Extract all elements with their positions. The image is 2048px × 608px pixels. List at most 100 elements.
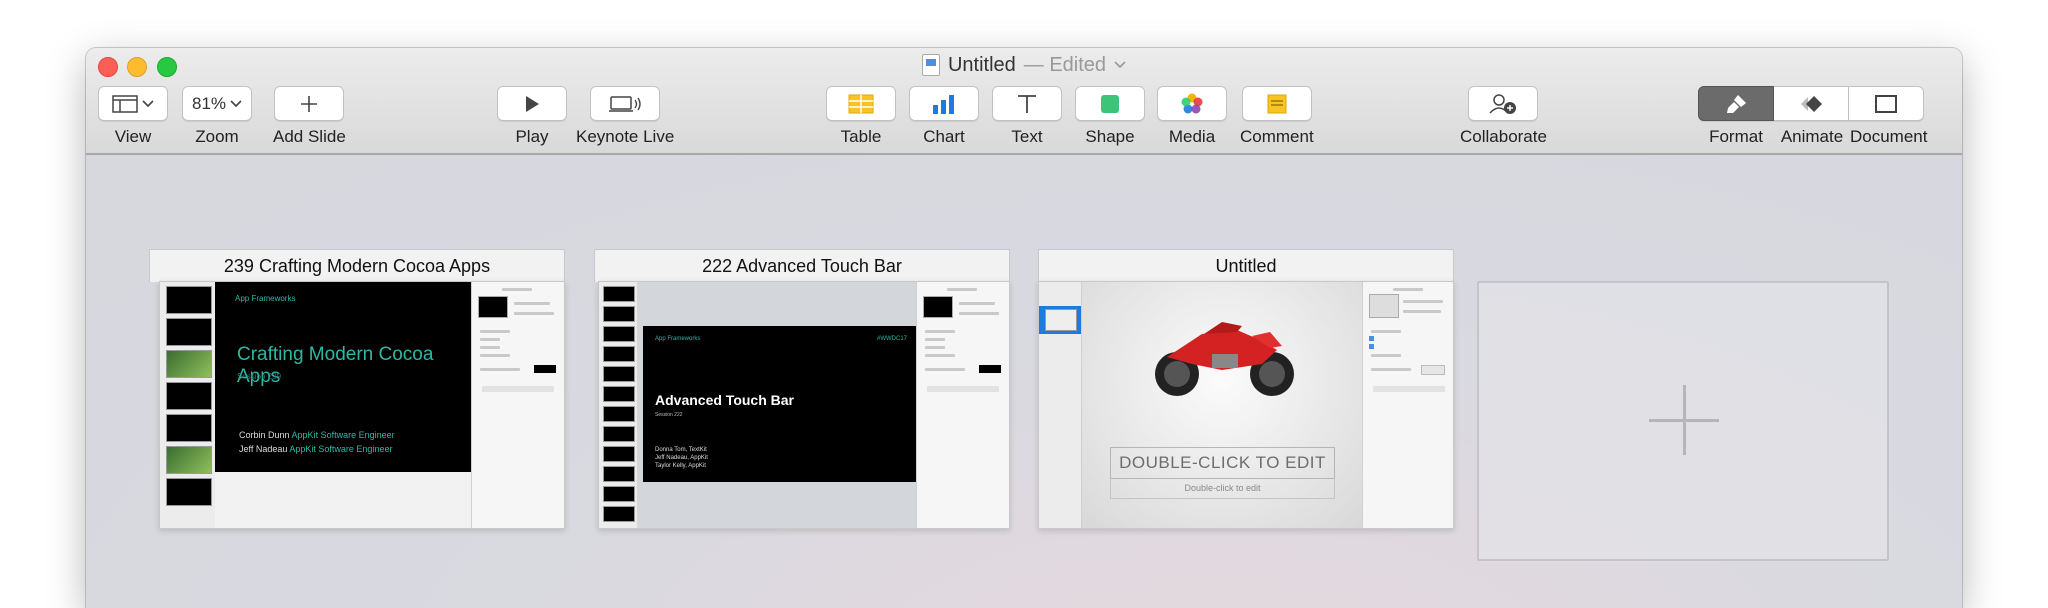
slide-thumbnail [166, 286, 212, 314]
zoom-control[interactable]: 81% Zoom [182, 86, 252, 147]
play-control[interactable]: Play [497, 86, 567, 147]
window-title[interactable]: Untitled — Edited [86, 52, 1962, 78]
chart-button[interactable] [909, 86, 979, 121]
inspector-text [1393, 288, 1423, 291]
comment-label: Comment [1240, 127, 1314, 146]
collaborate-icon [1489, 93, 1517, 114]
slide-thumbnail [166, 382, 212, 410]
view-control[interactable]: View [98, 86, 168, 147]
edit-master-button [1373, 386, 1445, 392]
body-placeholder[interactable]: Double-click to edit [1110, 478, 1335, 499]
new-document-card[interactable] [1477, 281, 1889, 561]
comment-button[interactable] [1241, 86, 1312, 121]
slide-thumbnail [603, 406, 635, 422]
slide-thumbnail [603, 346, 635, 362]
zoom-popup[interactable]: 81% [182, 86, 252, 121]
table-button[interactable] [826, 86, 896, 121]
shape-control[interactable]: Shape [1075, 86, 1145, 147]
document-title: Untitled [947, 53, 1016, 76]
inspector-text [925, 368, 965, 371]
slide-thumbnail[interactable] [1045, 309, 1077, 331]
inspector-text [480, 368, 520, 371]
table-control[interactable]: Table [826, 86, 896, 147]
collaborate-control[interactable]: Collaborate [1460, 86, 1547, 147]
slide-thumbnail [166, 446, 212, 474]
slide-canvas-margin [215, 472, 479, 528]
title-checkbox[interactable] [1369, 336, 1374, 341]
plus-icon [301, 95, 318, 112]
photos-icon [1181, 93, 1203, 113]
keynote-window: Untitled — Edited View 81% Zoom Add Slid… [86, 48, 1962, 608]
slide-canvas-area: App Frameworks #WWDC17 Advanced Touch Ba… [637, 282, 919, 528]
animate-diamond-icon [1801, 95, 1822, 112]
play-label: Play [515, 127, 549, 146]
document-card[interactable]: 222 Advanced Touch Bar App Frameworks #W… [594, 249, 1010, 529]
slide-navigator [160, 282, 216, 528]
document-card-title: 239 Crafting Modern Cocoa Apps [149, 249, 565, 282]
toolbar: Untitled — Edited View 81% Zoom Add Slid… [86, 48, 1962, 155]
comment-icon [1267, 94, 1287, 113]
comment-control[interactable]: Comment [1240, 86, 1314, 147]
inspector-text [480, 338, 500, 341]
media-button[interactable] [1157, 86, 1227, 121]
presenter-name: Corbin Dunn [239, 430, 290, 440]
document-button[interactable] [1849, 86, 1924, 121]
keynote-document-icon [921, 54, 940, 76]
title-placeholder[interactable]: DOUBLE-CLICK TO EDIT [1110, 447, 1335, 479]
document-card-title: 222 Advanced Touch Bar [594, 249, 1010, 282]
slide-thumbnail [603, 466, 635, 482]
inspector-text [514, 302, 550, 305]
chevron-down-icon [142, 99, 154, 107]
slide-tag: #WWDC17 [876, 336, 907, 342]
body-checkbox[interactable] [1369, 344, 1374, 349]
document-preview: App Frameworks #WWDC17 Advanced Touch Ba… [598, 281, 1010, 529]
inspector-text [502, 288, 532, 291]
edit-master-button [927, 386, 999, 392]
inspector-text [1371, 330, 1401, 333]
keynote-live-label: Keynote Live [576, 127, 675, 146]
zoom-label: Zoom [195, 127, 239, 146]
table-label: Table [840, 127, 882, 146]
slide-thumbnail [166, 414, 212, 442]
chart-control[interactable]: Chart [909, 86, 979, 147]
keynote-live-button[interactable] [590, 86, 661, 121]
slide-navigator [599, 282, 638, 528]
master-thumbnail [1369, 294, 1399, 318]
media-control[interactable]: Media [1157, 86, 1227, 147]
document-picker-area: 239 Crafting Modern Cocoa Apps App Frame… [86, 155, 1962, 608]
background-well [534, 365, 556, 373]
slide-thumbnail [603, 486, 635, 502]
slide-thumbnail [603, 426, 635, 442]
add-slide-button[interactable] [274, 86, 345, 121]
add-slide-control[interactable]: Add Slide [273, 86, 346, 147]
animate-button[interactable] [1774, 86, 1849, 121]
format-button[interactable] [1698, 86, 1774, 121]
inspector-text [925, 338, 945, 341]
format-inspector [916, 282, 1009, 528]
inspector-segmented-control[interactable]: Format Animate Document [1698, 86, 1927, 147]
shape-button[interactable] [1075, 86, 1145, 121]
text-control[interactable]: Text [992, 86, 1062, 147]
text-button[interactable] [992, 86, 1062, 121]
inspector-text [514, 312, 554, 315]
inspector-text [925, 346, 945, 349]
slide-thumbnail [603, 286, 635, 302]
chevron-down-icon [1114, 61, 1126, 69]
slide-session: Session 222 [655, 412, 683, 418]
presenter-name: Donna Tom, TextKit [655, 447, 707, 453]
view-button[interactable] [98, 86, 168, 121]
slide-thumbnail [603, 326, 635, 342]
collaborate-label: Collaborate [1460, 127, 1547, 146]
play-button[interactable] [497, 86, 567, 121]
chart-label: Chart [923, 127, 965, 146]
keynote-live-icon [609, 95, 641, 112]
document-icon [1875, 94, 1897, 113]
collaborate-button[interactable] [1468, 86, 1539, 121]
keynote-live-control[interactable]: Keynote Live [576, 86, 674, 147]
slide-kicker: App Frameworks [235, 294, 296, 303]
inspector-text [480, 346, 500, 349]
presenter-name: Jeff Nadeau [239, 444, 288, 454]
motorcycle-image [1155, 322, 1294, 396]
document-card[interactable]: 239 Crafting Modern Cocoa Apps App Frame… [149, 249, 565, 529]
document-card[interactable]: Untitled DOUBLE-CLICK TO EDIT Double-cli… [1038, 249, 1454, 529]
